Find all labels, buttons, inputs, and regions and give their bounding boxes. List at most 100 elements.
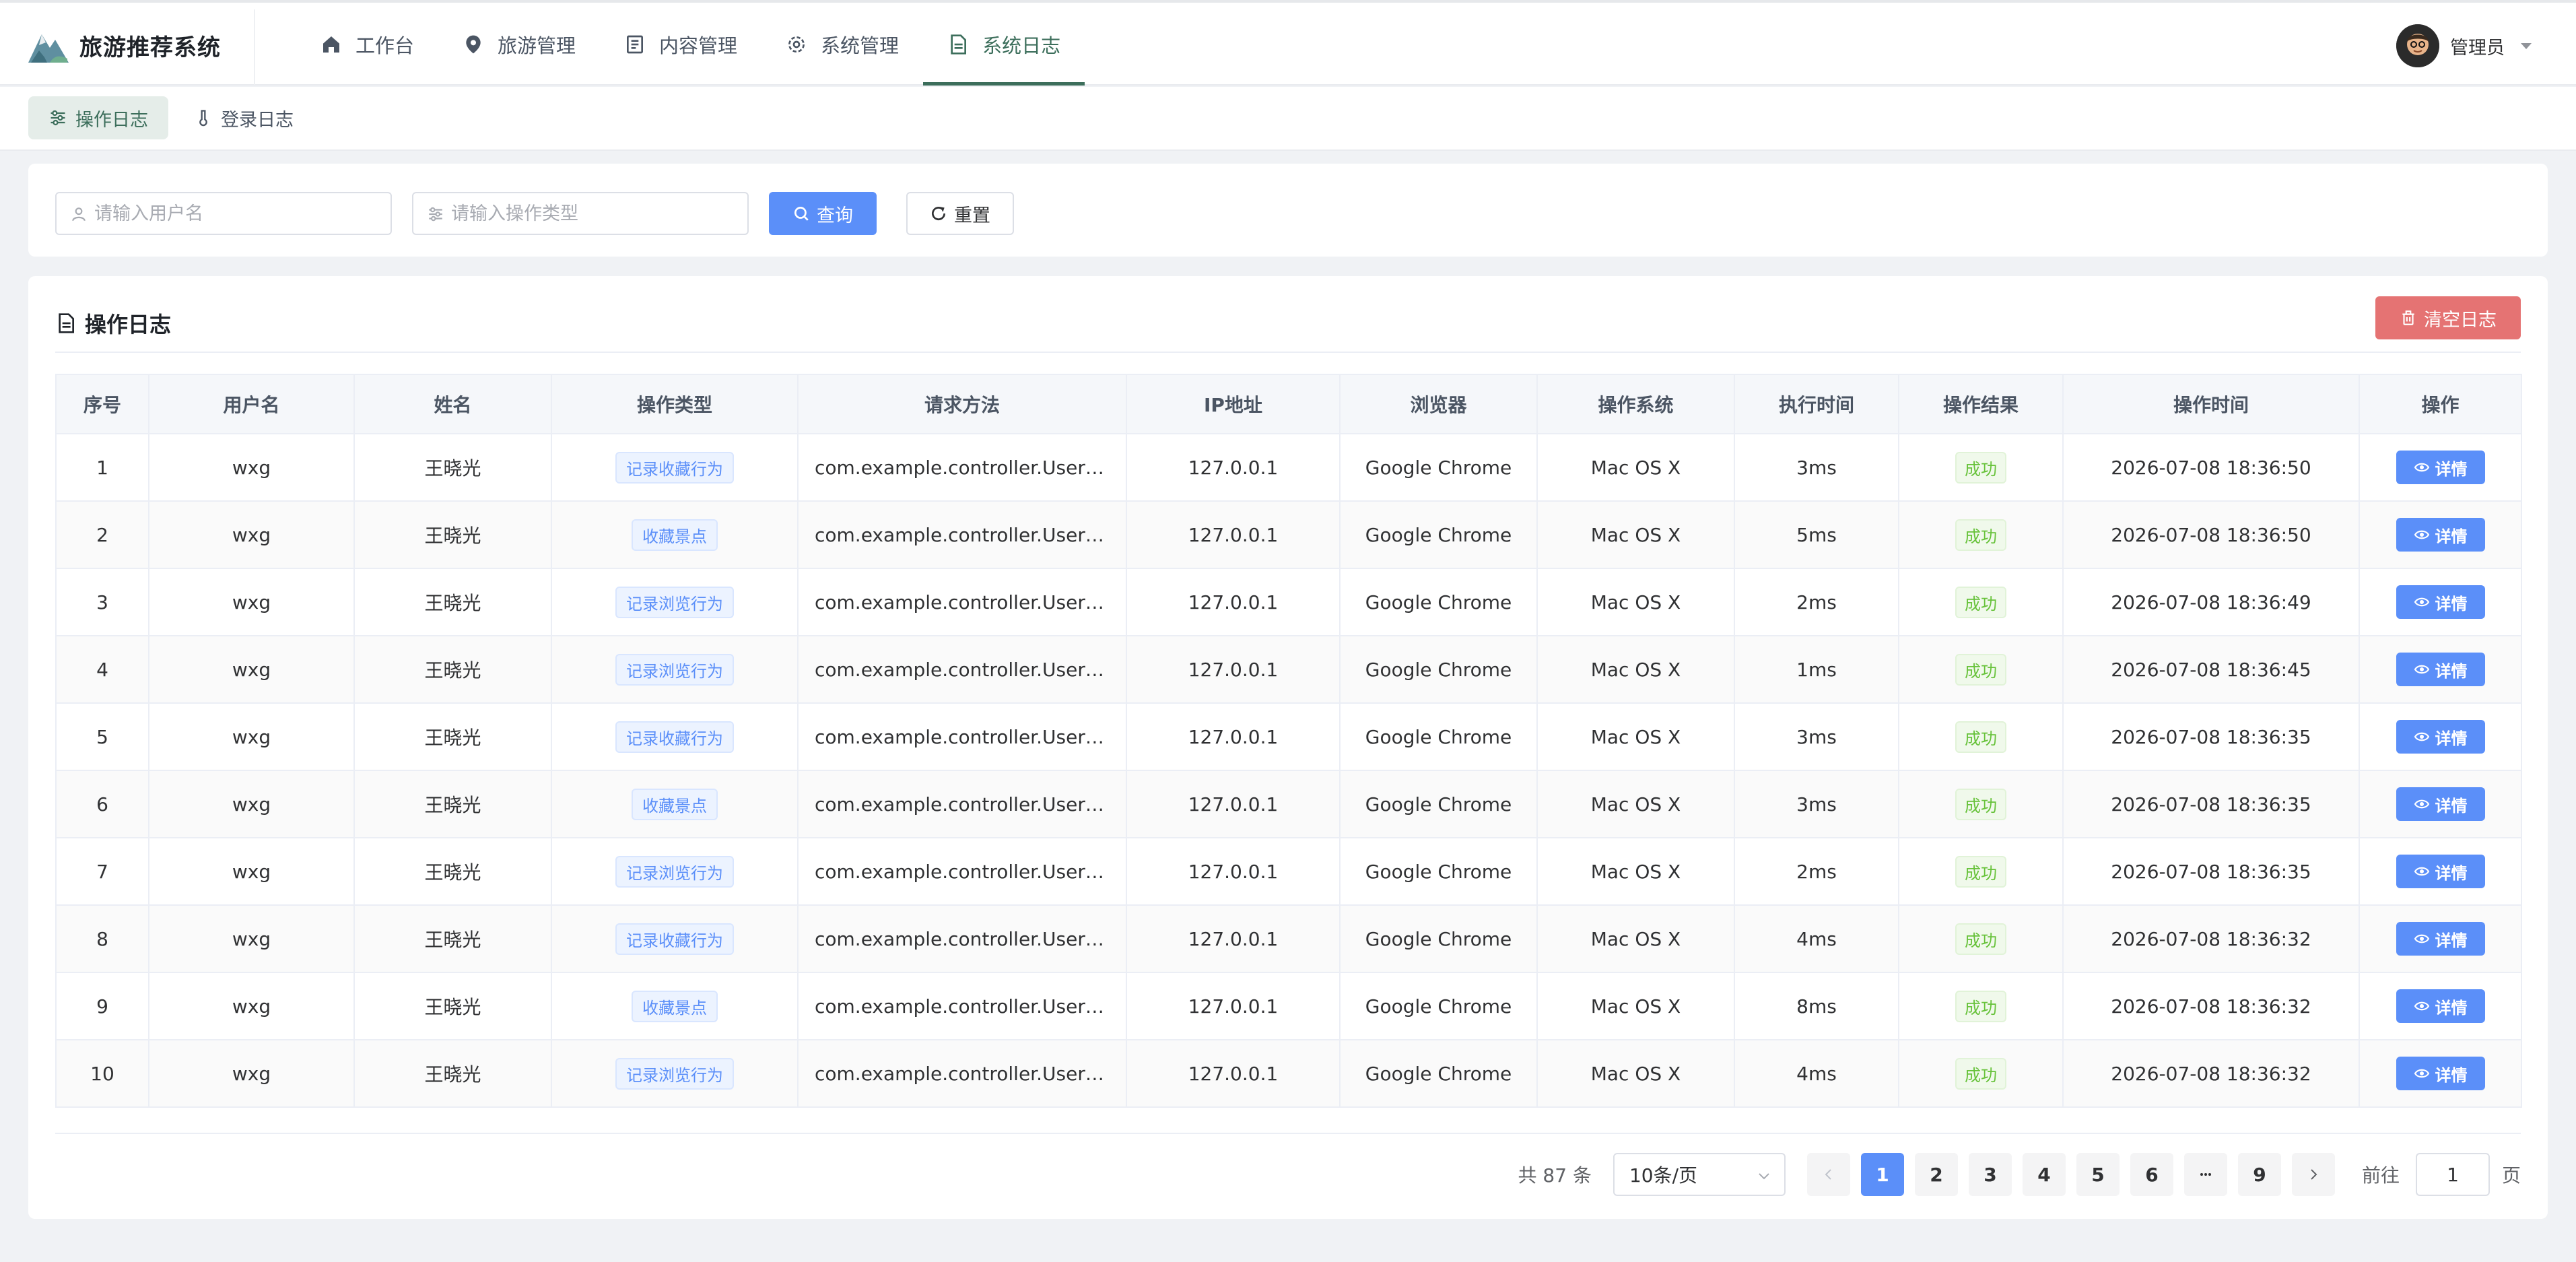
nav-item-label: 工作台 — [355, 34, 415, 57]
cell-browser: Google Chrome — [1339, 500, 1538, 569]
cell-no: 9 — [55, 972, 149, 1040]
cell-browser: Google Chrome — [1339, 635, 1538, 704]
reset-button[interactable]: 重置 — [906, 192, 1014, 235]
cell-operation-time: 2026-07-08 18:36:32 — [2062, 972, 2360, 1040]
cell-exec-time: 8ms — [1734, 972, 1899, 1040]
cell-username: wxg — [148, 972, 355, 1040]
nav-item-content[interactable]: 内容管理 — [600, 3, 761, 86]
username-search-input[interactable] — [55, 192, 392, 235]
clear-logs-button[interactable]: 清空日志 — [2375, 296, 2521, 339]
avatar — [2396, 24, 2439, 67]
nav-item-travel[interactable]: 旅游管理 — [438, 3, 600, 86]
cell-no: 3 — [55, 568, 149, 636]
cell-name: 王晓光 — [353, 702, 552, 771]
prev-page-button[interactable] — [1806, 1153, 1850, 1196]
detail-button[interactable]: 详情 — [2396, 787, 2485, 821]
gear-icon — [788, 36, 805, 53]
goto-page-input[interactable]: 1 — [2415, 1153, 2490, 1196]
cell-result: 成功 — [1898, 770, 2064, 838]
cell-action: 详情 — [2359, 635, 2522, 704]
detail-button[interactable]: 详情 — [2396, 518, 2485, 552]
nav-item-system-log[interactable]: 系统日志 — [923, 3, 1085, 86]
cell-action: 详情 — [2359, 433, 2522, 502]
cell-result: 成功 — [1898, 433, 2064, 502]
chevron-down-icon — [1759, 1173, 1769, 1180]
table-row: 5 wxg 王晓光 记录收藏行为 com.example.controller.User… — [55, 702, 2522, 771]
log-icon — [951, 34, 967, 55]
eye-icon — [2414, 1069, 2429, 1078]
cell-operation-time: 2026-07-08 18:36:35 — [2062, 837, 2360, 906]
cell-ip: 127.0.0.1 — [1126, 1039, 1341, 1108]
table-row: 3 wxg 王晓光 记录浏览行为 com.example.controller.User… — [55, 568, 2522, 636]
cell-result: 成功 — [1898, 568, 2064, 636]
next-page-button[interactable] — [2291, 1153, 2335, 1196]
cell-request-method: com.example.controller.UserBe... — [797, 702, 1127, 771]
page-button-4[interactable]: 4 — [2022, 1153, 2066, 1196]
cell-name: 王晓光 — [353, 568, 552, 636]
cell-name: 王晓光 — [353, 770, 552, 838]
operation-type-tag: 记录浏览行为 — [615, 586, 734, 618]
cell-no: 6 — [55, 770, 149, 838]
page-size-select[interactable]: 10条/页 — [1613, 1153, 1786, 1196]
app-logo[interactable]: 旅游推荐系统 — [27, 22, 221, 69]
cell-result: 成功 — [1898, 837, 2064, 906]
cell-os: Mac OS X — [1536, 837, 1735, 906]
detail-button[interactable]: 详情 — [2396, 451, 2485, 484]
page-button-6[interactable]: 6 — [2130, 1153, 2173, 1196]
page-button-2[interactable]: 2 — [1914, 1153, 1958, 1196]
cell-operation-time: 2026-07-08 18:36:32 — [2062, 1039, 2360, 1108]
query-button[interactable]: 查询 — [769, 192, 877, 235]
optype-search-input[interactable] — [412, 192, 749, 235]
cell-username: wxg — [148, 702, 355, 771]
nav-item-label: 系统日志 — [982, 34, 1061, 57]
detail-label: 详情 — [2435, 863, 2468, 883]
column-header: 序号 — [55, 374, 149, 434]
page-button-3[interactable]: 3 — [1968, 1153, 2012, 1196]
cell-browser: Google Chrome — [1339, 837, 1538, 906]
page-button-9[interactable]: 9 — [2237, 1153, 2281, 1196]
column-header: 浏览器 — [1339, 374, 1538, 434]
cell-ip: 127.0.0.1 — [1126, 837, 1341, 906]
cell-name: 王晓光 — [353, 500, 552, 569]
user-menu[interactable]: 管理员 — [2396, 23, 2532, 69]
username-field[interactable] — [94, 203, 391, 224]
page-button-5[interactable]: 5 — [2076, 1153, 2120, 1196]
cell-action: 详情 — [2359, 837, 2522, 906]
nav-item-label: 系统管理 — [821, 34, 900, 57]
tab-operation-log[interactable]: 操作日志 — [28, 96, 168, 139]
status-badge: 成功 — [1955, 586, 2006, 618]
user-name: 管理员 — [2450, 37, 2505, 59]
user-icon — [72, 207, 86, 222]
cell-exec-time: 4ms — [1734, 904, 1899, 973]
cell-operation-type: 记录收藏行为 — [551, 702, 799, 771]
operation-log-card: 操作日志 清空日志 序号 用户名 姓名 操作类型 请求方法 IP地址 浏览器 操… — [28, 276, 2548, 1219]
cell-os: Mac OS X — [1536, 904, 1735, 973]
page-button-1[interactable]: 1 — [1860, 1153, 1904, 1196]
nav-item-workbench[interactable]: 工作台 — [296, 3, 438, 86]
cell-os: Mac OS X — [1536, 500, 1735, 569]
pagination-total: 共 87 条 — [1518, 1164, 1592, 1187]
detail-button[interactable]: 详情 — [2396, 585, 2485, 619]
detail-button[interactable]: 详情 — [2396, 855, 2485, 888]
detail-button[interactable]: 详情 — [2396, 1057, 2485, 1090]
table-row: 8 wxg 王晓光 记录收藏行为 com.example.controller.User… — [55, 904, 2522, 973]
detail-button[interactable]: 详情 — [2396, 922, 2485, 956]
nav-item-system[interactable]: 系统管理 — [761, 3, 923, 86]
eye-icon — [2414, 665, 2429, 674]
detail-button[interactable]: 详情 — [2396, 653, 2485, 686]
optype-field[interactable] — [451, 203, 747, 224]
detail-button[interactable]: 详情 — [2396, 720, 2485, 754]
cell-ip: 127.0.0.1 — [1126, 500, 1341, 569]
cell-browser: Google Chrome — [1339, 433, 1538, 502]
cell-operation-time: 2026-07-08 18:36:35 — [2062, 702, 2360, 771]
goto-suffix: 页 — [2501, 1164, 2521, 1187]
cell-operation-type: 记录浏览行为 — [551, 568, 799, 636]
more-pages-button[interactable] — [2183, 1153, 2227, 1196]
nav-item-label: 旅游管理 — [498, 34, 576, 57]
tab-login-log[interactable]: 登录日志 — [174, 96, 314, 139]
detail-button[interactable]: 详情 — [2396, 989, 2485, 1023]
cell-username: wxg — [148, 500, 355, 569]
operation-log-table: 序号 用户名 姓名 操作类型 请求方法 IP地址 浏览器 操作系统 执行时间 操… — [55, 374, 2522, 1108]
cell-exec-time: 2ms — [1734, 837, 1899, 906]
document-icon — [59, 313, 74, 333]
